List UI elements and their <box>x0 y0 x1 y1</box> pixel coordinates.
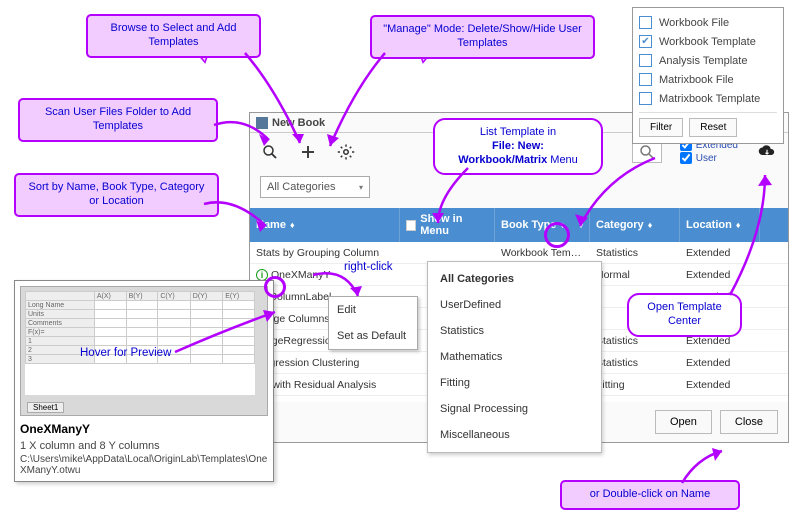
reset-button[interactable]: Reset <box>689 118 737 137</box>
filter-row: All Categories ▾ <box>250 170 788 208</box>
filter-item[interactable]: Workbook File <box>639 13 777 32</box>
preview-name: OneXManyY <box>20 422 268 436</box>
ring-info-icon <box>264 276 286 298</box>
open-button[interactable]: Open <box>655 410 712 434</box>
preview-info: 1 X column and 8 Y columns <box>20 440 268 452</box>
filter-popup: Workbook File Workbook Template Analysis… <box>632 7 784 144</box>
label-right-click: right-click <box>344 261 393 273</box>
filter-item[interactable]: Analysis Template <box>639 51 777 70</box>
table-header: Name♦ Show in Menu Book Type♦▾ Category♦… <box>250 208 788 242</box>
filter-button[interactable]: Filter <box>639 118 683 137</box>
filter-item[interactable]: Workbook Template <box>639 32 777 51</box>
cat-item[interactable]: Statistics <box>428 318 601 344</box>
cat-item[interactable]: Signal Processing <box>428 396 601 422</box>
category-select[interactable]: All Categories ▾ <box>260 176 370 198</box>
label-hover: Hover for Preview <box>80 347 171 359</box>
category-dropdown: All Categories UserDefined Statistics Ma… <box>427 261 602 453</box>
cat-item[interactable]: All Categories <box>428 266 601 292</box>
user-checkbox[interactable]: User <box>680 152 738 164</box>
cat-item[interactable]: Fitting <box>428 370 601 396</box>
cat-item[interactable]: Miscellaneous <box>428 422 601 448</box>
ring-book-type-filter <box>544 222 570 248</box>
filter-item[interactable]: Matrixbook Template <box>639 89 777 108</box>
preview-sheet-tab: Sheet1 <box>27 402 64 413</box>
filter-item[interactable]: Matrixbook File <box>639 70 777 89</box>
close-button[interactable]: Close <box>720 410 778 434</box>
callout-scan: Scan User Files Folder to Add Templates <box>18 98 218 142</box>
set-default-item[interactable]: Set as Default <box>329 323 417 349</box>
cat-item[interactable]: UserDefined <box>428 292 601 318</box>
cat-item[interactable]: Mathematics <box>428 344 601 370</box>
callout-sort: Sort by Name, Book Type, Category or Loc… <box>14 173 219 217</box>
preview-path: C:\Users\mike\AppData\Local\OriginLab\Te… <box>20 454 268 476</box>
